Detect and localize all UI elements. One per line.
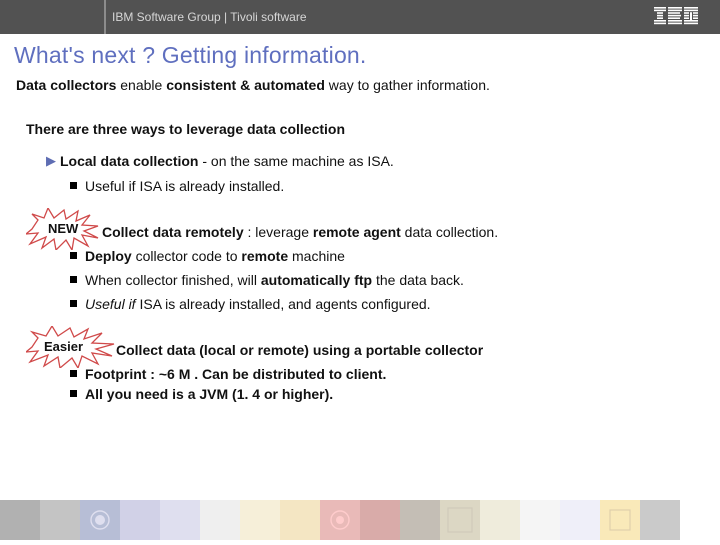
page-subtitle: Data collectors enable consistent & auto… (0, 69, 720, 93)
square-bullet-icon (70, 370, 77, 377)
new-callout: NEW (34, 218, 102, 248)
bullet-list: Useful if ISA is already installed. (46, 178, 720, 194)
square-bullet-icon (70, 300, 77, 307)
square-bullet-icon (70, 182, 77, 189)
subtitle-bold: consistent & automated (166, 77, 325, 93)
page-title: What's next ? Getting information. (0, 42, 720, 69)
bullet-text: Useful if ISA is already installed. (85, 178, 284, 194)
ibm-logo-icon (654, 7, 698, 30)
arrow-icon: ▶ (46, 153, 56, 169)
list-item: Footprint : ~6 M . Can be distributed to… (70, 366, 720, 382)
list-item: Useful if ISA is already installed, and … (70, 296, 720, 312)
bullet-list: Deploy collector code to remote machine … (46, 248, 720, 312)
new-badge-label: NEW (48, 221, 78, 236)
footer-banner (0, 500, 720, 540)
list-item: When collector finished, will automatica… (70, 272, 720, 288)
section-heading: Collect data remotely : leverage remote … (46, 224, 720, 240)
subtitle-lead: Data collectors (16, 77, 120, 93)
list-item: All you need is a JVM (1. 4 or higher). (70, 386, 720, 402)
easier-badge-label: Easier (44, 339, 83, 354)
square-bullet-icon (70, 252, 77, 259)
header-divider (104, 0, 106, 34)
subtitle-tail: way to gather information. (325, 77, 490, 93)
section-remote: NEW Collect data remotely : leverage rem… (0, 224, 720, 312)
slide-header: IBM Software Group | Tivoli software (0, 0, 720, 34)
square-bullet-icon (70, 276, 77, 283)
header-product-line: IBM Software Group | Tivoli software (112, 10, 307, 24)
section-heading: ▶Local data collection - on the same mac… (46, 153, 720, 170)
list-item: Deploy collector code to remote machine (70, 248, 720, 264)
section-head-bold: Local data collection (60, 153, 198, 169)
easier-callout: Easier (34, 336, 114, 366)
bullet-list: Footprint : ~6 M . Can be distributed to… (46, 366, 720, 402)
intro-heading: There are three ways to leverage data co… (0, 93, 720, 137)
slide-body: What's next ? Getting information. Data … (0, 34, 720, 402)
section-heading: Collect data (local or remote) using a p… (46, 342, 720, 358)
section-portable: Easier Collect data (local or remote) us… (0, 342, 720, 402)
subtitle-mid: enable (120, 77, 166, 93)
square-bullet-icon (70, 390, 77, 397)
section-head-tail: - on the same machine as ISA. (198, 153, 393, 169)
list-item: Useful if ISA is already installed. (70, 178, 720, 194)
section-local: ▶Local data collection - on the same mac… (0, 153, 720, 194)
